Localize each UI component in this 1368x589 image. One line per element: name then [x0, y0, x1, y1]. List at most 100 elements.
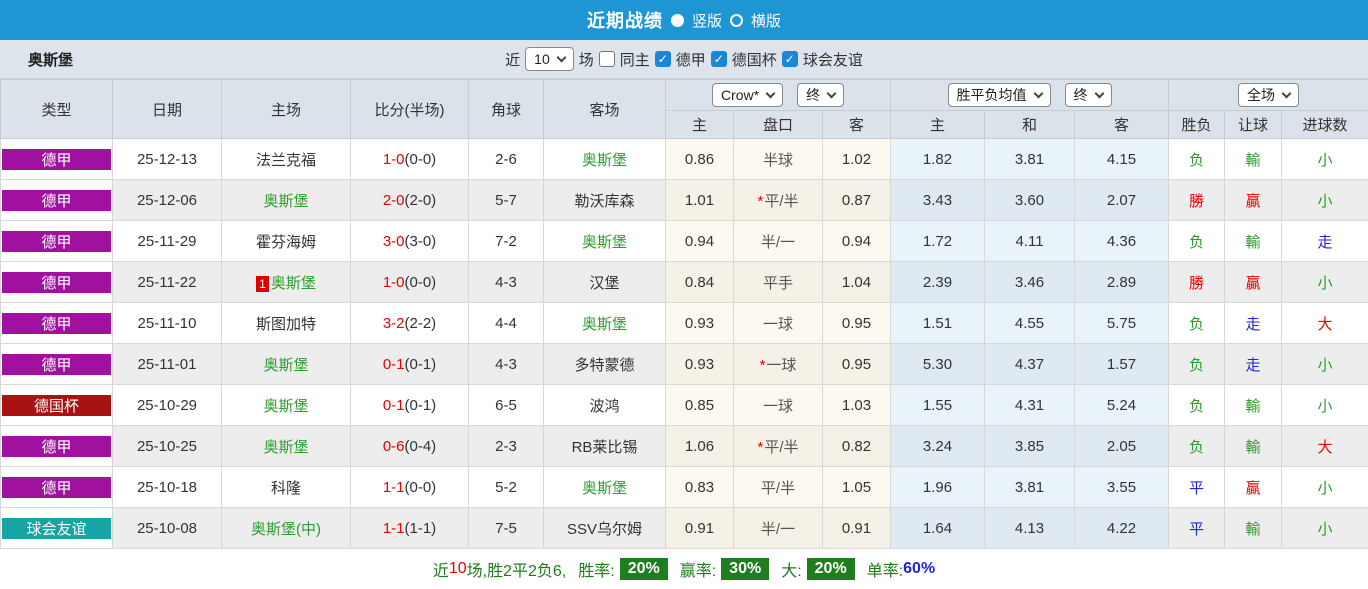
handicap-value: 一球 [766, 356, 797, 374]
same-home-checkbox[interactable] [598, 51, 615, 67]
chevron-down-icon [1033, 88, 1043, 98]
cell-avg-home: 3.43 [890, 179, 985, 221]
cell-league-type: 德甲 [0, 466, 113, 508]
halftime-score: (2-0) [404, 191, 437, 209]
cell-league-type: 球会友谊 [0, 507, 113, 549]
cell-home-team: 1 奥斯堡 [221, 261, 351, 303]
handicap-value: 一球 [762, 315, 793, 333]
handicap-value: 平手 [762, 274, 793, 292]
odds-time-select[interactable]: 终 [797, 83, 845, 107]
cell-date: 25-11-29 [112, 220, 222, 262]
odds-header-group: Crow* 终 [665, 79, 891, 111]
cell-corners: 5-7 [468, 179, 544, 221]
cell-avg-home: 1.51 [890, 302, 985, 344]
cell-goals-result: 走 [1280, 220, 1368, 262]
near-label: 近 [505, 51, 521, 69]
halftime-score: (1-1) [404, 519, 437, 537]
summary-bar: 近 10 场,胜2平2负6, 胜率: 20% 赢率: 30% 大: 20% 单率: 60% [0, 549, 1368, 589]
cell-home-team: 法兰克福 [221, 138, 351, 180]
cell-corners: 7-2 [468, 220, 544, 262]
fulltime-score: 1-1 [382, 478, 405, 496]
chevron-down-icon [826, 88, 837, 98]
cell-score: 1-1(0-0) [350, 466, 469, 508]
result-header-group: 全场 [1167, 79, 1368, 111]
cell-odds-home: 1.06 [665, 425, 734, 467]
scope-select[interactable]: 全场 [1238, 83, 1300, 107]
league-type-badge: 德国杯 [2, 394, 111, 416]
early-change-star: * [757, 192, 764, 210]
table-row: 德国杯 25-10-29 奥斯堡 0-1(0-1) 6-5 波鸿 0.85 一球 1.03 1.5… [0, 384, 1368, 426]
cell-wdl-result: 平 [1168, 466, 1225, 508]
cell-handicap-result: 輸 [1224, 138, 1282, 180]
same-home-label[interactable]: 同主 [620, 49, 650, 70]
sub-header-handicap: 盘口 [733, 110, 823, 139]
cell-date: 25-11-01 [112, 343, 222, 385]
cell-goals-result: 小 [1280, 507, 1368, 549]
cell-league-type: 德甲 [0, 302, 113, 344]
cell-handicap: 半/一 [733, 507, 823, 549]
cell-away-team: SSV乌尔姆 [543, 507, 666, 549]
filter-controls: 近 10 场 同主 德甲 德国杯 球会友谊 [505, 47, 863, 71]
away-team-name: 奥斯堡 [581, 479, 627, 497]
horizontal-layout-radio[interactable] [730, 13, 743, 27]
average-time-select[interactable]: 终 [1064, 83, 1112, 107]
cell-handicap: 一球 [733, 384, 823, 426]
cell-wdl-result: 负 [1168, 343, 1225, 385]
col-header-corner: 角球 [468, 79, 544, 139]
col-header-type: 类型 [0, 79, 113, 139]
cell-avg-home: 3.24 [890, 425, 985, 467]
league-label-bundesliga[interactable]: 德甲 [676, 49, 706, 70]
cell-date: 25-10-29 [112, 384, 222, 426]
cell-avg-away: 4.22 [1074, 507, 1169, 549]
cell-handicap-result: 輸 [1224, 220, 1282, 262]
summary-near: 近 [432, 563, 449, 580]
fulltime-score: 0-6 [382, 437, 405, 455]
cell-odds-home: 0.93 [665, 302, 734, 344]
cell-handicap: 平手 [733, 261, 823, 303]
cell-league-type: 德国杯 [0, 384, 113, 426]
fulltime-score: 1-1 [382, 519, 405, 537]
cell-score: 3-2(2-2) [350, 302, 469, 344]
average-type-select[interactable]: 胜平负均值 [947, 83, 1051, 107]
home-team-name: 法兰克福 [255, 151, 316, 169]
league-type-badge: 德甲 [2, 353, 111, 375]
chevron-down-icon [765, 88, 776, 98]
cell-away-team: 奥斯堡 [543, 220, 666, 262]
games-count-select[interactable]: 10 [525, 47, 574, 71]
league-checkbox-dfb-pokal[interactable] [710, 51, 727, 67]
cell-avg-home: 1.55 [890, 384, 985, 426]
home-team-name: 奥斯堡 [263, 192, 309, 210]
cell-odds-home: 0.94 [665, 220, 734, 262]
handicap-win-rate-label: 赢率: [679, 563, 717, 580]
cell-league-type: 德甲 [0, 179, 113, 221]
average-time-select-value: 终 [1073, 87, 1088, 103]
league-type-badge: 德甲 [2, 271, 111, 293]
cell-league-type: 德甲 [0, 261, 113, 303]
cell-date: 25-10-25 [112, 425, 222, 467]
big-rate-label: 大: [781, 563, 802, 580]
cell-odds-away: 0.94 [822, 220, 891, 262]
bookmaker-select[interactable]: Crow* [711, 83, 784, 107]
away-team-name: 波鸿 [589, 397, 620, 415]
vertical-layout-label[interactable]: 竖版 [692, 10, 722, 31]
cell-handicap-result: 贏 [1224, 466, 1282, 508]
league-type-badge: 德甲 [2, 230, 111, 252]
handicap-value: 半球 [762, 151, 793, 169]
vertical-layout-radio[interactable] [670, 13, 684, 27]
league-label-dfb-pokal[interactable]: 德国杯 [732, 49, 777, 70]
cell-corners: 2-3 [468, 425, 544, 467]
horizontal-layout-label[interactable]: 横版 [751, 10, 781, 31]
handicap-value: 平/半 [764, 438, 799, 456]
cell-odds-home: 0.93 [665, 343, 734, 385]
league-label-club-friendly[interactable]: 球会友谊 [803, 49, 863, 70]
table-row: 德甲 25-11-01 奥斯堡 0-1(0-1) 4-3 多特蒙德 0.93 *一球 0.95 5… [0, 343, 1368, 385]
away-team-name: 勒沃库森 [574, 192, 635, 210]
cell-handicap-result: 輸 [1224, 384, 1282, 426]
cell-handicap: 半球 [733, 138, 823, 180]
fulltime-score: 0-1 [382, 396, 405, 414]
league-checkbox-club-friendly[interactable] [781, 51, 798, 67]
cell-odds-home: 0.83 [665, 466, 734, 508]
cell-league-type: 德甲 [0, 343, 113, 385]
cell-goals-result: 小 [1280, 343, 1368, 385]
league-checkbox-bundesliga[interactable] [654, 51, 671, 67]
